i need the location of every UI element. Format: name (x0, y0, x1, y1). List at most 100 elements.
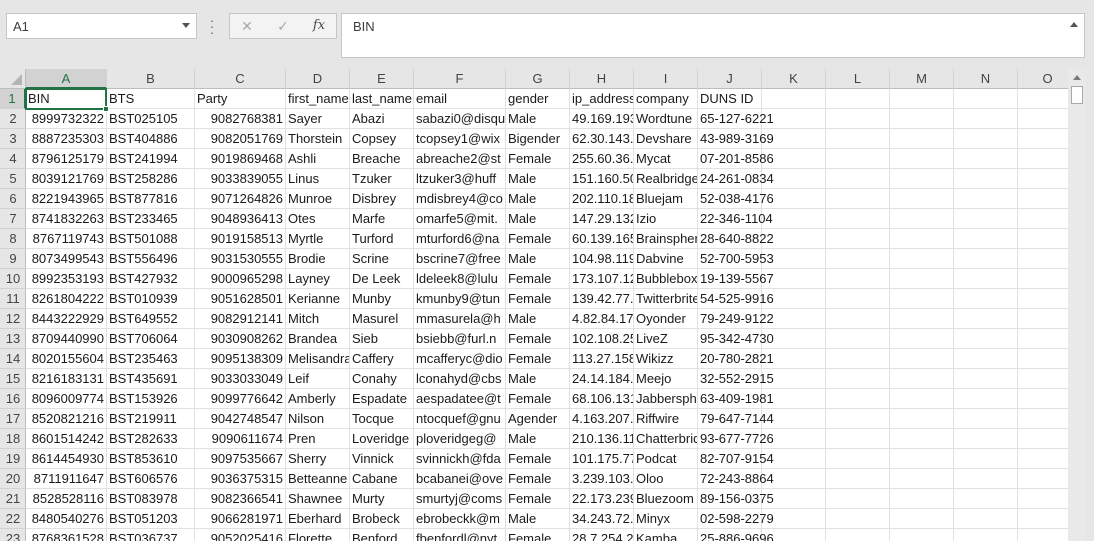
table-cell[interactable]: Shawnee (286, 489, 350, 509)
table-cell[interactable]: Female (506, 289, 570, 309)
table-cell[interactable]: Wordtune (634, 109, 698, 129)
table-cell[interactable]: Female (506, 529, 570, 541)
table-cell[interactable]: ltzuker3@huff (414, 169, 506, 189)
table-cell[interactable]: aespadatee@t (414, 389, 506, 409)
table-cell[interactable]: 8741832263 (26, 209, 107, 229)
column-header-d[interactable]: D (286, 69, 350, 89)
table-cell[interactable]: Bigender (506, 129, 570, 149)
table-cell[interactable]: Brodie (286, 249, 350, 269)
table-cell[interactable]: BST010939 (107, 289, 195, 309)
table-cell[interactable] (954, 469, 1018, 489)
table-cell[interactable]: 8992353193 (26, 269, 107, 289)
table-cell[interactable]: Abazi (350, 109, 414, 129)
table-cell[interactable]: Devshare (634, 129, 698, 149)
insert-function-button[interactable]: fx (308, 16, 330, 36)
table-cell[interactable] (762, 449, 826, 469)
table-cell[interactable]: Betteanne (286, 469, 350, 489)
table-cell[interactable]: Kerianne (286, 289, 350, 309)
table-cell[interactable]: Female (506, 349, 570, 369)
column-header-i[interactable]: I (634, 69, 698, 89)
table-cell[interactable]: BST233465 (107, 209, 195, 229)
table-cell[interactable]: 8073499543 (26, 249, 107, 269)
table-cell[interactable]: Wikizz (634, 349, 698, 369)
table-cell[interactable]: kmunby9@tun (414, 289, 506, 309)
table-cell[interactable]: Male (506, 249, 570, 269)
table-cell[interactable]: 139.42.77. (570, 289, 634, 309)
header-cell[interactable]: DUNS ID (698, 89, 762, 109)
table-cell[interactable]: BST051203 (107, 509, 195, 529)
table-cell[interactable]: BST025105 (107, 109, 195, 129)
table-cell[interactable]: 19-139-5567 (698, 269, 774, 289)
table-cell[interactable] (826, 429, 890, 449)
table-cell[interactable]: 8999732322 (26, 109, 107, 129)
row-header[interactable]: 3 (0, 129, 26, 149)
table-cell[interactable]: 8443222929 (26, 309, 107, 329)
table-cell[interactable]: 8887235303 (26, 129, 107, 149)
column-header-k[interactable]: K (762, 69, 826, 89)
table-cell[interactable]: 9082912141 (195, 309, 286, 329)
row-header[interactable]: 17 (0, 409, 26, 429)
table-cell[interactable]: 63-409-1981 (698, 389, 774, 409)
table-cell[interactable] (890, 169, 954, 189)
table-cell[interactable] (1018, 489, 1068, 509)
table-cell[interactable] (1018, 429, 1068, 449)
table-cell[interactable]: 28.7.254.2 (570, 529, 634, 541)
table-cell[interactable] (826, 129, 890, 149)
table-cell[interactable] (762, 469, 826, 489)
table-cell[interactable] (1018, 289, 1068, 309)
table-cell[interactable]: 9051628501 (195, 289, 286, 309)
table-cell[interactable]: Male (506, 189, 570, 209)
table-cell[interactable]: 65-127-6221 (698, 109, 774, 129)
table-cell[interactable] (1018, 349, 1068, 369)
table-cell[interactable]: BST853610 (107, 449, 195, 469)
table-cell[interactable]: Cabane (350, 469, 414, 489)
table-cell[interactable]: Bubblebox (634, 269, 698, 289)
table-cell[interactable]: svinnickh@fda (414, 449, 506, 469)
table-cell[interactable] (954, 389, 1018, 409)
table-cell[interactable] (826, 249, 890, 269)
table-cell[interactable] (954, 129, 1018, 149)
table-cell[interactable]: Kamba (634, 529, 698, 541)
table-cell[interactable]: Minyx (634, 509, 698, 529)
table-cell[interactable]: Female (506, 149, 570, 169)
table-cell[interactable]: sabazi0@disqus (414, 109, 506, 129)
table-cell[interactable]: bcabanei@ove (414, 469, 506, 489)
column-header-b[interactable]: B (107, 69, 195, 89)
table-cell[interactable]: BST606576 (107, 469, 195, 489)
scroll-up-icon[interactable] (1073, 75, 1081, 80)
table-cell[interactable]: Female (506, 449, 570, 469)
header-cell[interactable]: last_name (350, 89, 414, 109)
table-cell[interactable]: omarfe5@mit. (414, 209, 506, 229)
table-cell[interactable] (1018, 369, 1068, 389)
table-cell[interactable]: Female (506, 469, 570, 489)
table-cell[interactable] (1018, 189, 1068, 209)
table-cell[interactable]: 8221943965 (26, 189, 107, 209)
table-cell[interactable]: BST235463 (107, 349, 195, 369)
table-cell[interactable]: BST036737 (107, 529, 195, 541)
table-cell[interactable]: Leif (286, 369, 350, 389)
table-cell[interactable]: 9019869468 (195, 149, 286, 169)
table-cell[interactable]: Amberly (286, 389, 350, 409)
table-cell[interactable]: BST556496 (107, 249, 195, 269)
table-cell[interactable]: Nilson (286, 409, 350, 429)
table-cell[interactable] (826, 469, 890, 489)
table-cell[interactable] (890, 409, 954, 429)
table-cell[interactable]: Benford (350, 529, 414, 541)
table-cell[interactable] (1018, 149, 1068, 169)
table-cell[interactable]: 173.107.12 (570, 269, 634, 289)
table-cell[interactable]: Male (506, 369, 570, 389)
table-cell[interactable] (1018, 229, 1068, 249)
table-cell[interactable]: 93-677-7726 (698, 429, 774, 449)
table-cell[interactable]: 4.163.207. (570, 409, 634, 429)
cancel-icon[interactable]: ✕ (236, 16, 258, 36)
table-cell[interactable] (826, 189, 890, 209)
table-cell[interactable]: Jabbersphere (634, 389, 698, 409)
table-cell[interactable]: 34.243.72. (570, 509, 634, 529)
table-cell[interactable] (826, 269, 890, 289)
table-cell[interactable] (954, 149, 1018, 169)
table-cell[interactable]: Sherry (286, 449, 350, 469)
table-cell[interactable] (1018, 169, 1068, 189)
table-cell[interactable]: Oloo (634, 469, 698, 489)
table-cell[interactable]: De Leek (350, 269, 414, 289)
row-header[interactable]: 11 (0, 289, 26, 309)
